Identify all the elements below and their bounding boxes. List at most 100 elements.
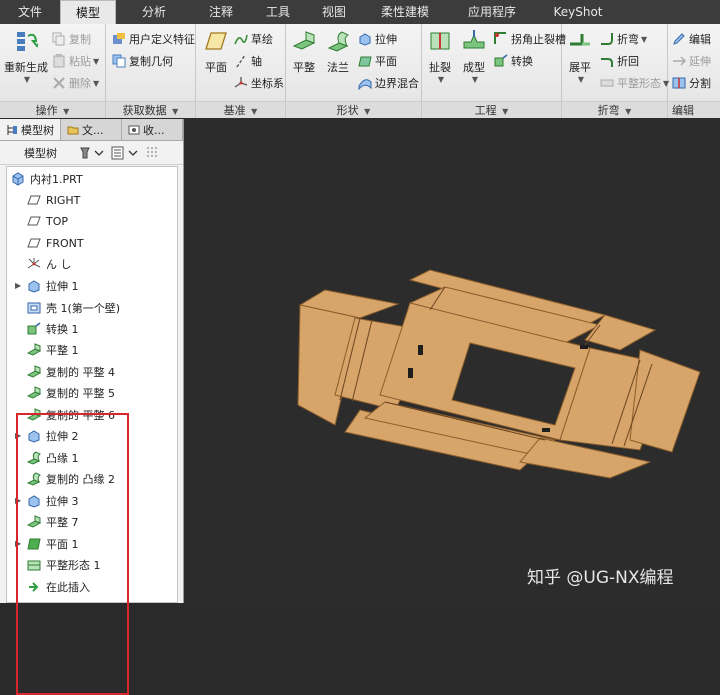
split-icon xyxy=(672,77,686,89)
axis-button[interactable]: 轴 xyxy=(234,52,262,70)
tab-model[interactable]: 模型 xyxy=(60,0,116,24)
corner-relief-button[interactable]: 拐角止裂槽 xyxy=(494,30,566,48)
extrude-label: 拉伸 xyxy=(375,33,397,46)
tree-item-label: FRONT xyxy=(46,236,84,250)
chevron-down-icon[interactable]: ▼ xyxy=(460,75,490,84)
sketch-label: 草绘 xyxy=(251,33,273,46)
copy-label: 复制 xyxy=(69,33,91,46)
tab-annotate[interactable]: 注释 xyxy=(192,0,250,24)
udf-button[interactable]: 用户定义特征 xyxy=(112,30,195,48)
tree-settings-icon[interactable] xyxy=(79,146,105,160)
tree-item-extrude-1[interactable]: 拉伸 1 xyxy=(27,276,79,296)
group-label-datum[interactable]: 基准 ▼ xyxy=(196,101,285,118)
csys-button[interactable]: 坐标系 xyxy=(234,74,284,92)
panel-tabs: 模型树 文... 收... xyxy=(0,119,183,141)
split-label: 分割 xyxy=(689,77,711,90)
edit-button[interactable]: 编辑 xyxy=(672,30,711,48)
group-label-get-data[interactable]: 获取数据 ▼ xyxy=(106,101,195,118)
corner-relief-label: 拐角止裂槽 xyxy=(511,33,566,46)
chevron-down-icon[interactable]: ▼ xyxy=(93,57,99,66)
tab-favorites[interactable]: 收... xyxy=(122,119,183,140)
tree-toolbar: 模型树 xyxy=(0,141,183,165)
unbend-button[interactable]: 展平 ▼ xyxy=(564,30,596,84)
flat-state-label: 平整形态 xyxy=(617,77,661,90)
bend-button[interactable]: 折弯 ▼ xyxy=(600,30,647,48)
tab-favorites-label: 收... xyxy=(143,123,165,137)
tree-item-label: 复制的 平整 4 xyxy=(46,366,115,379)
extrude-icon xyxy=(28,280,40,293)
group-label-engineering[interactable]: 工程 ▼ xyxy=(422,101,561,118)
regenerate-icon xyxy=(17,32,44,51)
tab-tools[interactable]: 工具 xyxy=(250,0,306,24)
chevron-down-icon[interactable]: ▼ xyxy=(426,75,456,84)
group-label-operations[interactable]: 操作 ▼ xyxy=(0,101,105,118)
tab-view[interactable]: 视图 xyxy=(306,0,362,24)
paste-button[interactable]: 粘贴 ▼ xyxy=(52,52,99,70)
tab-flexible-modeling[interactable]: 柔性建模 xyxy=(362,0,448,24)
flat-wall-icon xyxy=(292,31,316,50)
chevron-down-icon[interactable]: ▼ xyxy=(93,79,99,88)
tab-notch xyxy=(542,428,550,432)
flat-wall-label: 平整 xyxy=(293,61,315,74)
tree-item-front[interactable]: FRONT xyxy=(27,233,84,253)
tab-applications[interactable]: 应用程序 xyxy=(448,0,536,24)
form-button[interactable]: 成型 ▼ xyxy=(458,30,490,84)
tab-folder-browser[interactable]: 文... xyxy=(61,119,122,140)
tree-item-right[interactable]: RIGHT xyxy=(27,190,80,210)
tree-item-label: TOP xyxy=(46,214,69,228)
flat-state-icon xyxy=(600,79,614,87)
group-label-edit[interactable]: 编辑 xyxy=(668,101,720,118)
tree-filter-icon[interactable] xyxy=(145,146,161,160)
tree-item-csys[interactable]: ん し xyxy=(27,254,72,274)
tree-item-copied-flat-4[interactable]: 复制的 平整 4 xyxy=(27,362,115,382)
convert-button[interactable]: 转换 xyxy=(494,52,533,70)
datum-plane-button[interactable]: 平面 xyxy=(200,30,232,75)
udf-label: 用户定义特征 xyxy=(129,33,195,46)
tree-item-top[interactable]: TOP xyxy=(27,211,68,231)
split-button[interactable]: 分割 xyxy=(672,74,711,92)
rip-button[interactable]: 扯裂 ▼ xyxy=(424,30,456,84)
group-label-bends[interactable]: 折弯 ▼ xyxy=(562,101,667,118)
tree-item-flat-1[interactable]: 平整 1 xyxy=(27,340,79,360)
ribbon-tab-bar: 文件 模型 分析 注释 工具 视图 柔性建模 应用程序 KeyShot xyxy=(0,0,720,24)
delete-button[interactable]: 删除 ▼ xyxy=(52,74,99,92)
flange-icon xyxy=(327,31,350,52)
tree-item-part[interactable]: 内衬1.PRT xyxy=(11,169,83,189)
form-label: 成型 xyxy=(463,61,485,74)
copy-button[interactable]: 复制 xyxy=(52,30,91,48)
tree-item-label: 平整 1 xyxy=(46,344,79,357)
chevron-down-icon[interactable]: ▼ xyxy=(566,75,596,84)
bend-back-button[interactable]: 折回 xyxy=(600,52,639,70)
tab-analysis[interactable]: 分析 xyxy=(116,0,192,24)
flat-wall-icon xyxy=(27,386,41,399)
edit-icon xyxy=(673,33,685,45)
group-label-shapes[interactable]: 形状 ▼ xyxy=(286,101,421,118)
tree-item-copied-flat-5[interactable]: 复制的 平整 5 xyxy=(27,383,115,403)
copy-geometry-label: 复制几何 xyxy=(129,55,173,68)
tab-model-tree[interactable]: 模型树 xyxy=(0,119,61,140)
chevron-down-icon[interactable]: ▼ xyxy=(6,75,48,84)
boundary-blend-button[interactable]: 边界混合 xyxy=(358,74,419,92)
tree-item-shell-1[interactable]: 壳 1(第一个壁) xyxy=(27,298,120,318)
chevron-down-icon[interactable]: ▼ xyxy=(641,35,647,44)
flat-state-button[interactable]: 平整形态 ▼ xyxy=(600,74,669,92)
tree-item-convert-1[interactable]: 转换 1 xyxy=(27,319,79,339)
extend-button[interactable]: 延伸 xyxy=(672,52,711,70)
tab-file[interactable]: 文件 xyxy=(0,0,60,24)
extrude-button[interactable]: 拉伸 xyxy=(358,30,397,48)
flat-wall-icon xyxy=(27,343,41,356)
rip-label: 扯裂 xyxy=(429,61,451,74)
flat-wall-button[interactable]: 平整 xyxy=(288,30,320,75)
graphics-viewport[interactable] xyxy=(185,119,720,603)
expand-arrow-icon[interactable]: ▶ xyxy=(15,281,21,290)
shape-plane-button[interactable]: 平面 xyxy=(358,52,397,70)
regenerate-button[interactable]: 重新生成 ▼ xyxy=(4,30,48,84)
datum-plane-icon xyxy=(205,32,227,50)
axis-icon xyxy=(236,54,246,68)
flange-button[interactable]: 法兰 xyxy=(322,30,354,75)
tab-keyshot[interactable]: KeyShot xyxy=(536,0,620,24)
copy-geometry-button[interactable]: 复制几何 xyxy=(112,52,173,70)
sketch-button[interactable]: 草绘 xyxy=(234,30,273,48)
tree-show-icon[interactable] xyxy=(111,146,139,160)
shape-plane-label: 平面 xyxy=(375,55,397,68)
